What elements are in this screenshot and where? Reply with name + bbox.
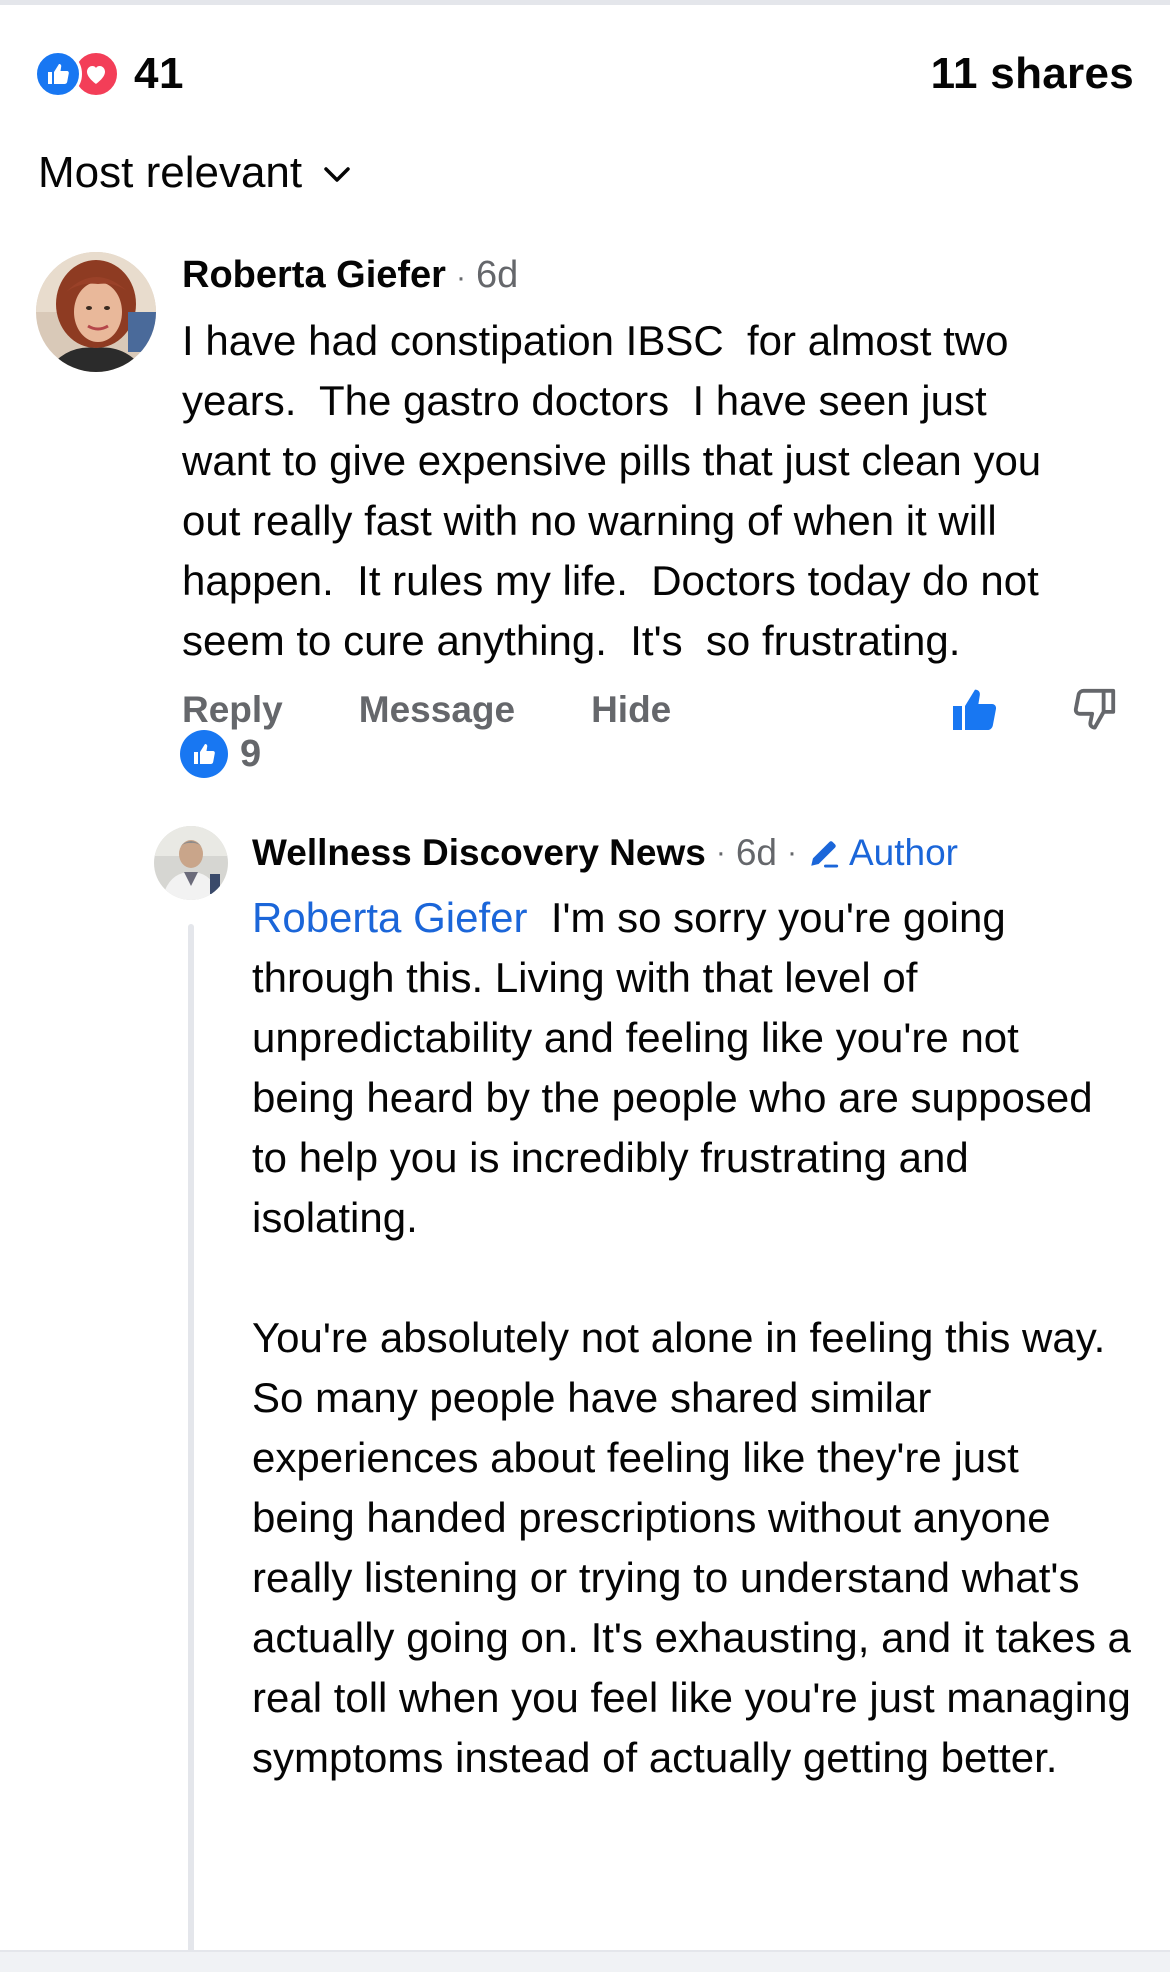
separator-dot: · (455, 261, 466, 294)
author-badge-label: Author (848, 832, 958, 873)
thumbs-up-icon[interactable] (950, 686, 998, 734)
hide-button[interactable]: Hide (591, 689, 671, 731)
sort-dropdown[interactable]: Most relevant (38, 148, 350, 198)
like-icon (180, 730, 228, 778)
reactions-summary: 41 11 shares (34, 46, 1134, 102)
top-divider (0, 0, 1170, 5)
reaction-count: 41 (134, 49, 184, 98)
reply-comment: Wellness Discovery News · 6d · Author Ro… (252, 830, 1132, 1788)
message-button[interactable]: Message (359, 689, 515, 731)
comment-timestamp[interactable]: 6d (476, 252, 518, 298)
comment: Roberta Giefer · 6d I have had constipat… (182, 252, 1142, 671)
shares-count[interactable]: 11 shares (931, 49, 1134, 99)
thread-connector (188, 924, 194, 1954)
reply-paragraph-1-text: I'm so sorry you're going through this. … (252, 894, 1093, 1241)
comment-actions: Reply Message Hide (182, 680, 1122, 740)
pencil-icon (811, 841, 839, 868)
reply-timestamp[interactable]: 6d (736, 830, 777, 876)
author-badge: Author (807, 830, 958, 876)
like-icon (34, 50, 82, 98)
comment-reactions[interactable]: 9 (180, 730, 261, 778)
reactions-button[interactable]: 41 (34, 49, 184, 99)
thumbs-down-icon[interactable] (1072, 686, 1118, 732)
reply-meta: Wellness Discovery News · 6d · Author (252, 830, 1132, 876)
separator-dot: · (786, 836, 797, 869)
comment-text: I have had constipation IBSC for almost … (182, 317, 1042, 664)
comment-meta: Roberta Giefer · 6d (182, 252, 1142, 301)
avatar[interactable] (154, 826, 228, 900)
sort-label: Most relevant (38, 148, 303, 197)
reply-paragraph-1: Roberta Giefer I'm so sorry you're going… (252, 888, 1132, 1248)
comment-like-count: 9 (240, 732, 262, 775)
reply-button[interactable]: Reply (182, 689, 283, 731)
mention-link[interactable]: Roberta Giefer (252, 894, 527, 941)
avatar[interactable] (36, 252, 156, 372)
comment-author[interactable]: Roberta Giefer (182, 252, 446, 298)
separator-dot: · (715, 836, 726, 869)
reply-text: Roberta Giefer I'm so sorry you're going… (252, 888, 1132, 1788)
chevron-down-icon (324, 167, 350, 183)
reply-author[interactable]: Wellness Discovery News (252, 830, 706, 876)
bottom-bar (0, 1950, 1170, 1972)
reply-paragraph-2: You're absolutely not alone in feeling t… (252, 1314, 1131, 1781)
